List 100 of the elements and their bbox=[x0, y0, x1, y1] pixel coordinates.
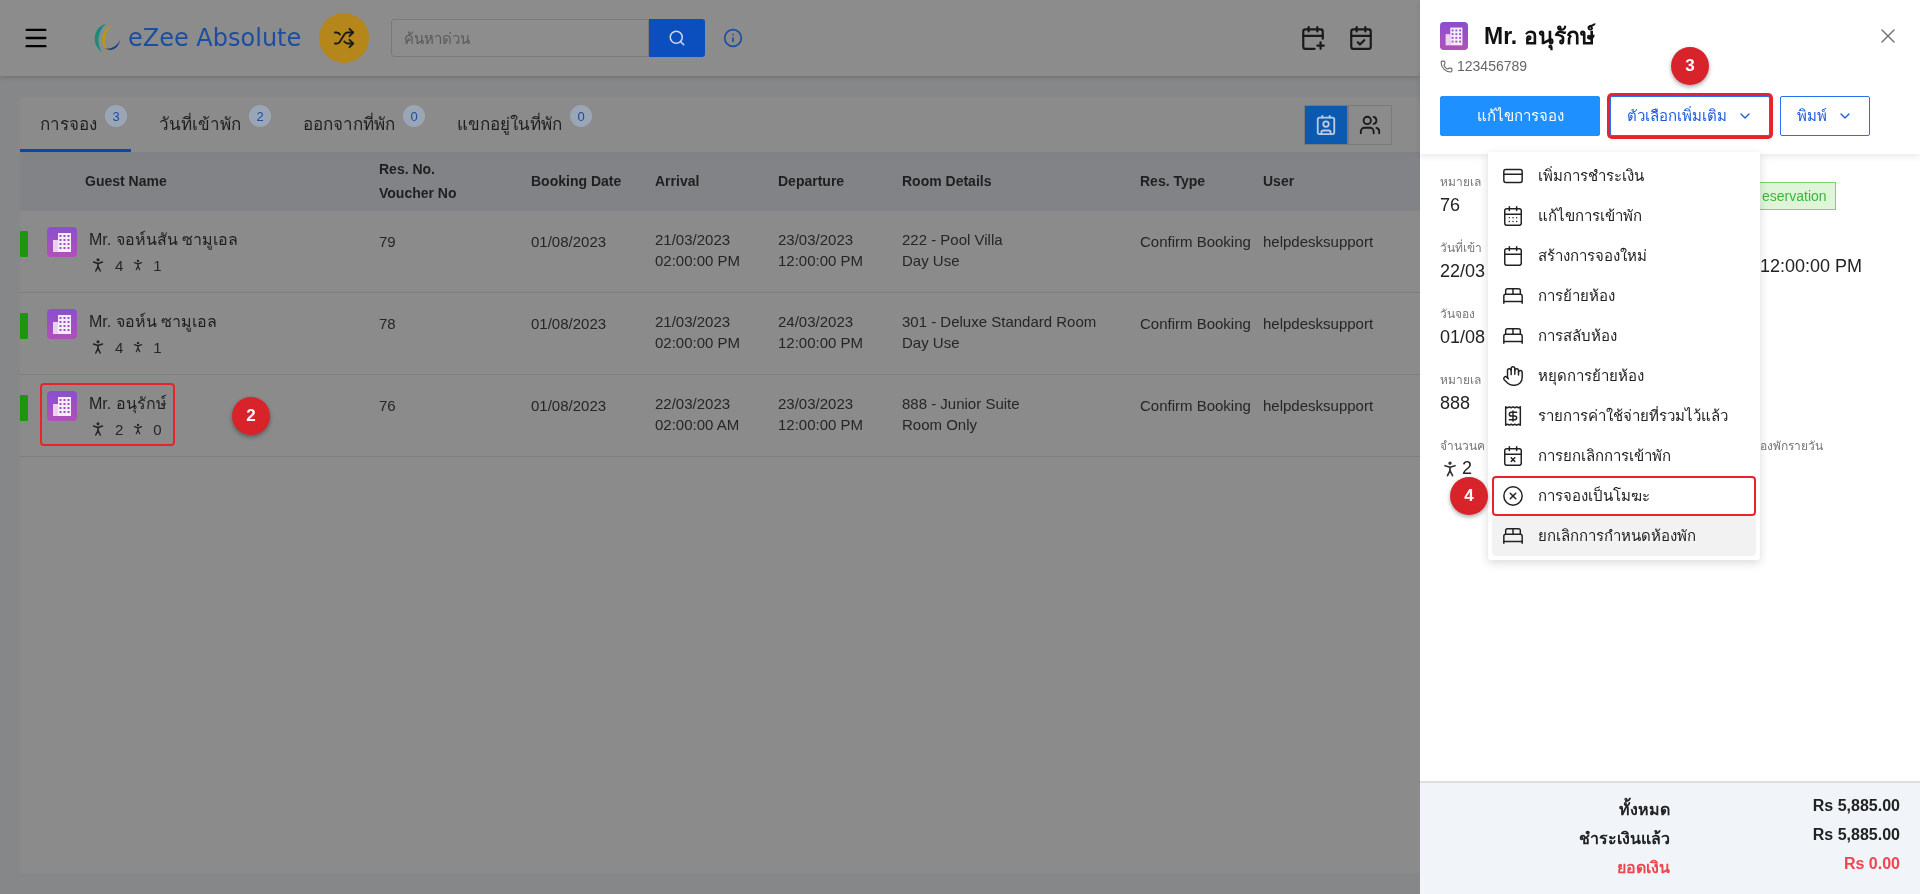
hand-icon bbox=[1502, 365, 1524, 387]
dropdown-button[interactable]: พิมพ์ bbox=[1780, 96, 1870, 136]
calendar-plus-icon[interactable] bbox=[1300, 25, 1326, 51]
departure-date: 23/03/2023 bbox=[778, 231, 855, 248]
table-cell-text: 78 bbox=[379, 314, 397, 332]
column-header: Departure bbox=[778, 172, 846, 192]
rate-type: Room Only bbox=[902, 416, 979, 433]
departure-date: 24/03/2023 bbox=[778, 313, 855, 330]
adult-count: 4 bbox=[115, 256, 124, 274]
arrival-time: 02:00:00 AM bbox=[655, 416, 741, 433]
step-badge: 2 bbox=[232, 397, 270, 435]
tab[interactable]: แขกอยู่ในที่พัก 0 bbox=[437, 97, 596, 152]
phone-icon bbox=[1440, 59, 1453, 73]
total-label: ยอดเงิน bbox=[1616, 858, 1670, 878]
child-count: 1 bbox=[153, 256, 162, 274]
field-label: องพักรายวัน bbox=[1760, 438, 1823, 455]
people-icon bbox=[1359, 113, 1381, 136]
total-value: Rs 5,885.00 bbox=[1811, 826, 1900, 845]
count-badge: 0 bbox=[570, 105, 592, 127]
menu-item[interactable]: การจองเป็นโมฆะ bbox=[1492, 476, 1756, 516]
departure-time: 12:00:00 PM bbox=[778, 252, 865, 269]
bed-icon bbox=[1502, 285, 1524, 307]
step-badge: 4 bbox=[1450, 477, 1488, 515]
guest-name[interactable]: Mr. อนุรักษ์ bbox=[89, 391, 167, 416]
adult-count: 2 bbox=[115, 420, 124, 438]
field-value: 01/08 bbox=[1440, 327, 1486, 348]
table-cell-text: 76 bbox=[379, 396, 397, 414]
field-label: หมายเล bbox=[1440, 372, 1481, 389]
column-header: Res. Type bbox=[1140, 172, 1207, 192]
group-view-button[interactable] bbox=[1348, 104, 1392, 145]
shuffle-icon bbox=[333, 27, 356, 49]
shuffle-button[interactable] bbox=[319, 13, 370, 63]
arrival-date: 22/03/2023 bbox=[655, 395, 732, 412]
field-label: วันจอง bbox=[1440, 306, 1475, 323]
total-value: Rs 5,885.00 bbox=[1811, 797, 1900, 816]
field-label: วันที่เข้า bbox=[1440, 238, 1482, 257]
arrival-time: 02:00:00 PM bbox=[655, 252, 742, 269]
search-icon bbox=[668, 29, 687, 47]
rate-type: Day Use bbox=[902, 334, 961, 351]
field-label: หมายเล bbox=[1440, 174, 1481, 191]
total-value: Rs 0.00 bbox=[1842, 855, 1900, 874]
table-cell-text: 01/08/2023 bbox=[531, 314, 608, 332]
tab[interactable]: วันที่เข้าพัก 2 bbox=[139, 97, 275, 152]
calendar-check-icon[interactable] bbox=[1348, 25, 1374, 51]
departure-time: 12:00:00 PM bbox=[778, 416, 865, 433]
arrival-date: 21/03/2023 bbox=[655, 313, 732, 330]
room-name: 888 - Junior Suite bbox=[902, 395, 1021, 412]
table-cell-text: Confirm Booking bbox=[1140, 314, 1252, 332]
building-icon bbox=[47, 227, 77, 257]
bed-icon bbox=[1502, 325, 1524, 347]
menu-item[interactable]: ยกเลิกการกำหนดห้องพัก bbox=[1492, 516, 1756, 556]
arrival-date: 21/03/2023 bbox=[655, 231, 732, 248]
departure-time: 12:00:00 PM bbox=[778, 334, 865, 351]
guest-name[interactable]: Mr. จอห์นสัน ซามูเอล bbox=[89, 227, 239, 252]
column-header: Res. No. Voucher No bbox=[379, 160, 458, 203]
guest-name[interactable]: Mr. จอห์น ซามูเอล bbox=[89, 309, 218, 334]
total-label: ทั้งหมด bbox=[1420, 797, 1670, 822]
field-value: 12:00:00 PM bbox=[1760, 256, 1863, 277]
contact-icon bbox=[1315, 113, 1337, 136]
calendar-plus-glyph bbox=[1300, 25, 1326, 51]
departure-date: 23/03/2023 bbox=[778, 395, 855, 412]
child-count: 1 bbox=[153, 338, 162, 356]
table-cell-text: Confirm Booking bbox=[1140, 232, 1252, 250]
search-button[interactable] bbox=[649, 19, 706, 57]
column-header: Guest Name bbox=[84, 172, 168, 192]
column-header: Booking Date bbox=[531, 172, 623, 192]
table-cell-text: helpdesksupport bbox=[1263, 396, 1375, 414]
guest-title: Mr. อนุรักษ์ bbox=[1484, 22, 1595, 53]
logo-text: eZee Absolute bbox=[128, 24, 302, 52]
calendar-icon bbox=[1502, 245, 1524, 267]
building-icon bbox=[1440, 22, 1468, 50]
table-cell-text: 01/08/2023 bbox=[531, 232, 608, 250]
table-cell-text: Confirm Booking bbox=[1140, 396, 1252, 414]
bed-icon bbox=[1502, 525, 1524, 547]
room-name: 301 - Deluxe Standard Room bbox=[902, 313, 1098, 330]
field-value: 76 bbox=[1440, 195, 1461, 216]
contact-view-button[interactable] bbox=[1304, 104, 1348, 145]
child-count: 0 bbox=[153, 420, 162, 438]
arrival-time: 02:00:00 PM bbox=[655, 334, 742, 351]
count-badge: 3 bbox=[105, 105, 127, 127]
count-badge: 2 bbox=[249, 105, 271, 127]
table-cell-text: helpdesksupport bbox=[1263, 232, 1375, 250]
table-cell-text: helpdesksupport bbox=[1263, 314, 1375, 332]
tab[interactable]: ออกจากที่พัก 0 bbox=[283, 97, 429, 152]
room-name: 222 - Pool Villa bbox=[902, 231, 1004, 248]
adult-count: 4 bbox=[115, 338, 124, 356]
step-badge: 3 bbox=[1671, 47, 1709, 85]
field-value: 22/03 bbox=[1440, 261, 1486, 282]
table-cell-text: 79 bbox=[379, 232, 397, 250]
circle-x-icon bbox=[1502, 485, 1524, 507]
status-badge: eservation bbox=[1760, 182, 1836, 210]
calendar-check-glyph bbox=[1348, 25, 1374, 51]
rate-type: Day Use bbox=[902, 252, 961, 269]
column-header: User bbox=[1263, 172, 1296, 192]
calendar-x-icon bbox=[1502, 445, 1524, 467]
table-cell-text: 01/08/2023 bbox=[531, 396, 608, 414]
column-header: Arrival bbox=[655, 172, 701, 192]
total-label: ชำระเงินแล้ว bbox=[1578, 829, 1670, 849]
adult-count: 2 bbox=[1462, 458, 1472, 479]
building-icon bbox=[47, 309, 77, 339]
